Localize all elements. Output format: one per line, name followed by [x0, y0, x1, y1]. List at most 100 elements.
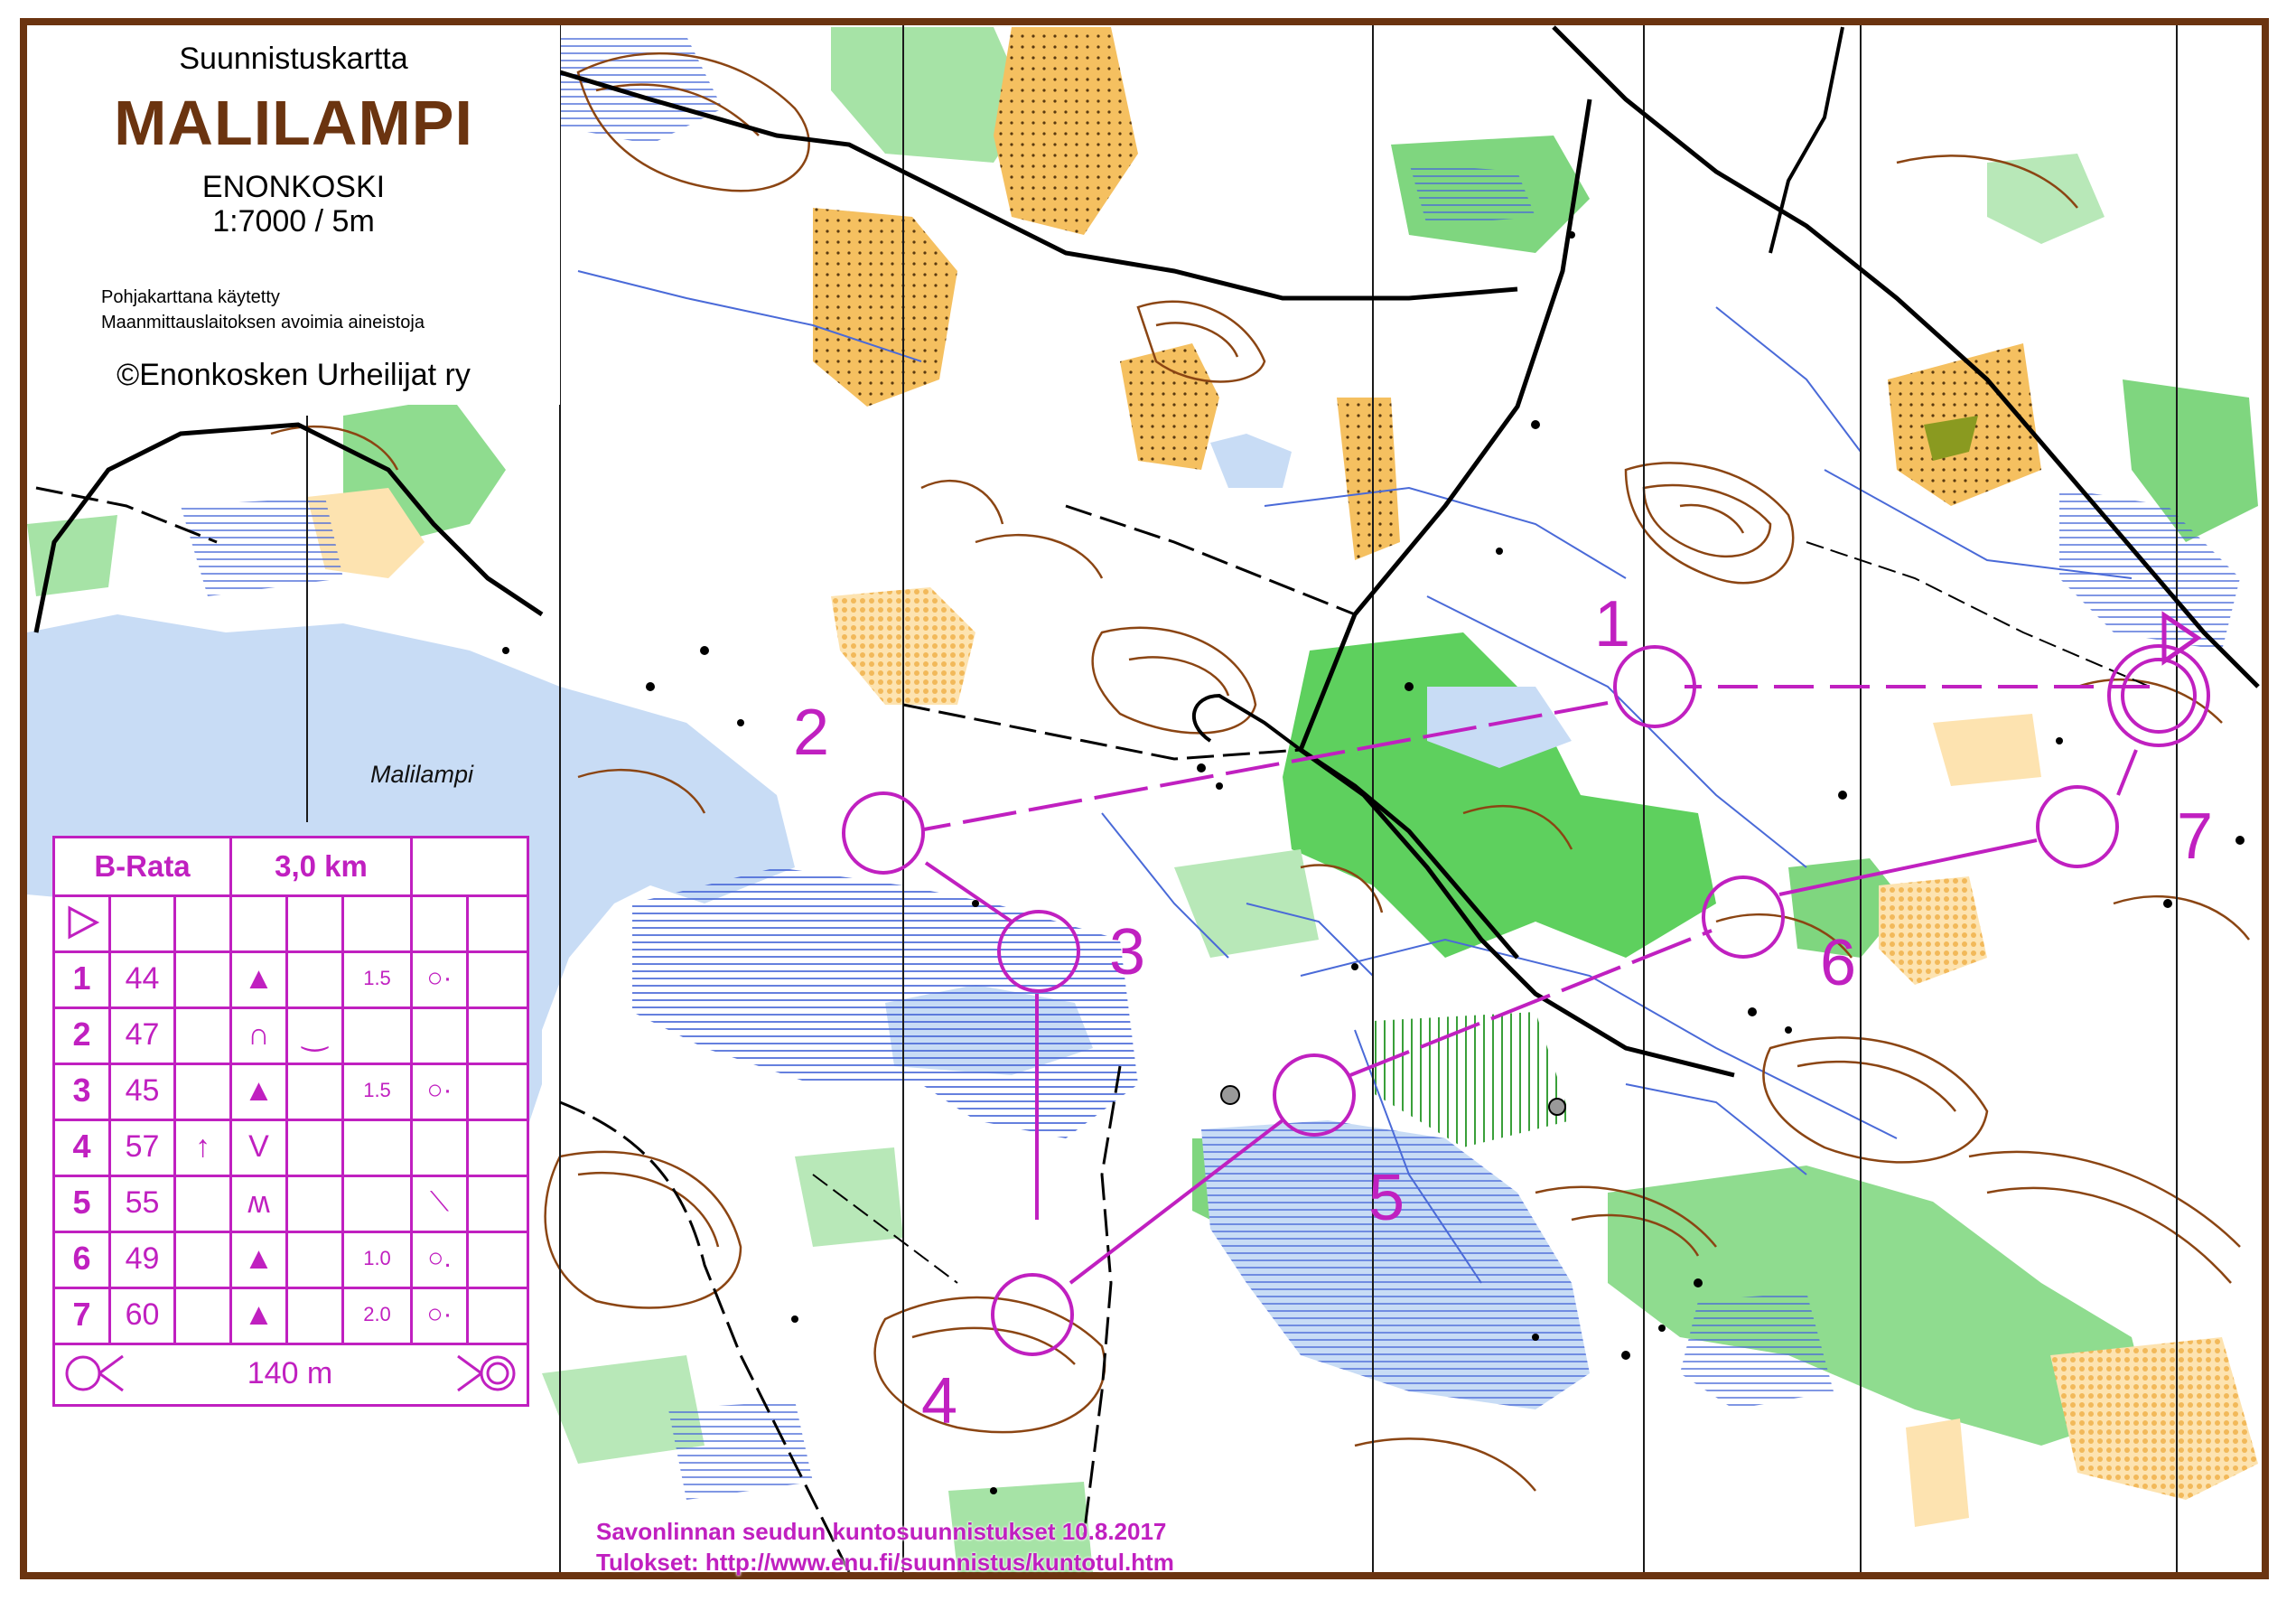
- control-label-4: 4: [921, 1365, 957, 1437]
- desc-num: 1: [55, 950, 111, 1006]
- desc-code: 45: [111, 1063, 176, 1119]
- desc-control-row: 2 47 ∩ ‿: [55, 1006, 527, 1065]
- finish-start-icon: [55, 1343, 136, 1404]
- map-kind: Suunnistuskartta: [179, 42, 408, 76]
- credit-line-2: Maanmittauslaitoksen avoimia aineistoja: [101, 313, 425, 332]
- desc-num: 6: [55, 1231, 111, 1287]
- desc-c-col: [176, 1175, 232, 1231]
- lake-label: Malilampi: [370, 761, 474, 788]
- control-label-3: 3: [1109, 916, 1145, 988]
- desc-code: 55: [111, 1175, 176, 1231]
- desc-feature: ▲: [232, 1063, 288, 1119]
- desc-c-col: [176, 1006, 232, 1063]
- course-name: B-Rata: [55, 838, 232, 894]
- desc-control-row: 6 49 ▲ 1.0 ○.: [55, 1231, 527, 1289]
- desc-size: 2.0: [344, 1287, 413, 1343]
- start-symbol-icon: [68, 905, 99, 940]
- cell-blank: [469, 950, 527, 1006]
- desc-code: 60: [111, 1287, 176, 1343]
- cell-blank: [176, 894, 232, 950]
- desc-feature: ▲: [232, 1287, 288, 1343]
- desc-size: 1.5: [344, 950, 413, 1006]
- desc-feature: V: [232, 1119, 288, 1175]
- event-title: Savonlinnan seudun kuntosuunnistukset 10…: [596, 1518, 1167, 1545]
- desc-control-row: 4 57 ↑ V: [55, 1119, 527, 1177]
- results-link[interactable]: Tulokset: http://www.enu.fi/suunnistus/k…: [596, 1549, 1174, 1577]
- desc-num: 7: [55, 1287, 111, 1343]
- desc-g-col: ‿: [288, 1006, 344, 1063]
- desc-control-row: 1 44 ▲ 1.5 ○·: [55, 950, 527, 1009]
- map-name: MALILAMPI: [114, 88, 473, 158]
- cell-blank: [469, 1006, 527, 1063]
- desc-g-col: [288, 1175, 344, 1231]
- finish-distance: 140 m: [247, 1355, 333, 1390]
- header-blank: [413, 838, 527, 894]
- desc-feature: ʍ: [232, 1175, 288, 1231]
- desc-g-col: [288, 1063, 344, 1119]
- course-length: 3,0 km: [232, 838, 413, 894]
- desc-c-col: ↑: [176, 1119, 232, 1175]
- desc-num: 4: [55, 1119, 111, 1175]
- desc-g-col: [288, 1231, 344, 1287]
- cell-blank: [111, 894, 176, 950]
- desc-num: 3: [55, 1063, 111, 1119]
- copyright: ©Enonkosken Urheilijat ry: [117, 358, 471, 392]
- desc-position: [413, 1119, 469, 1175]
- map-place: ENONKOSKI: [201, 170, 386, 204]
- start-symbol-cell: [55, 894, 111, 950]
- desc-feature: ▲: [232, 1231, 288, 1287]
- desc-control-row: 5 55 ʍ ⟍: [55, 1175, 527, 1233]
- desc-position: ○·: [413, 950, 469, 1006]
- cell-blank: [469, 1119, 527, 1175]
- control-label-5: 5: [1368, 1162, 1405, 1234]
- desc-size: [344, 1119, 413, 1175]
- desc-control-row: 7 60 ▲ 2.0 ○·: [55, 1287, 527, 1345]
- desc-finish-row: 140 m: [55, 1343, 527, 1404]
- desc-start-row: [55, 894, 527, 953]
- desc-position: ○.: [413, 1231, 469, 1287]
- control-label-6: 6: [1820, 927, 1856, 999]
- desc-c-col: [176, 950, 232, 1006]
- desc-code: 47: [111, 1006, 176, 1063]
- control-label-2: 2: [793, 697, 829, 769]
- cell-blank: [469, 1231, 527, 1287]
- title-panel: Suunnistuskartta MALILAMPI ENONKOSKI 1:7…: [27, 25, 560, 405]
- desc-size: [344, 1175, 413, 1231]
- cell-blank: [469, 1063, 527, 1119]
- cell-blank: [469, 894, 527, 950]
- desc-g-col: [288, 950, 344, 1006]
- desc-g-col: [288, 1119, 344, 1175]
- map-scale: 1:7000 / 5m: [212, 204, 375, 239]
- desc-position: ○·: [413, 1063, 469, 1119]
- desc-size: [344, 1006, 413, 1063]
- desc-feature: ▲: [232, 950, 288, 1006]
- desc-position: ⟍: [413, 1175, 469, 1231]
- desc-c-col: [176, 1287, 232, 1343]
- cell-blank: [344, 894, 413, 950]
- desc-num: 2: [55, 1006, 111, 1063]
- desc-c-col: [176, 1231, 232, 1287]
- cell-blank: [413, 894, 469, 950]
- finish-end-icon: [443, 1343, 527, 1404]
- desc-feature: ∩: [232, 1006, 288, 1063]
- credit-line-1: Pohjakarttana käytetty: [101, 287, 280, 307]
- desc-position: ○·: [413, 1287, 469, 1343]
- desc-g-col: [288, 1287, 344, 1343]
- control-label-1: 1: [1594, 588, 1630, 660]
- desc-code: 57: [111, 1119, 176, 1175]
- desc-num: 5: [55, 1175, 111, 1231]
- desc-position: [413, 1006, 469, 1063]
- desc-code: 49: [111, 1231, 176, 1287]
- desc-control-row: 3 45 ▲ 1.5 ○·: [55, 1063, 527, 1121]
- control-description-sheet: B-Rata 3,0 km 1 44 ▲ 1.5 ○· 2 47 ∩ ‿ 3 45 ▲ 1.5 ○· 4 57…: [52, 836, 529, 1407]
- desc-size: 1.5: [344, 1063, 413, 1119]
- cell-blank: [288, 894, 344, 950]
- cell-blank: [469, 1175, 527, 1231]
- cell-blank: [469, 1287, 527, 1343]
- control-label-7: 7: [2177, 800, 2213, 873]
- desc-size: 1.0: [344, 1231, 413, 1287]
- desc-header-row: B-Rata 3,0 km: [55, 838, 527, 897]
- desc-c-col: [176, 1063, 232, 1119]
- desc-code: 44: [111, 950, 176, 1006]
- cell-blank: [232, 894, 288, 950]
